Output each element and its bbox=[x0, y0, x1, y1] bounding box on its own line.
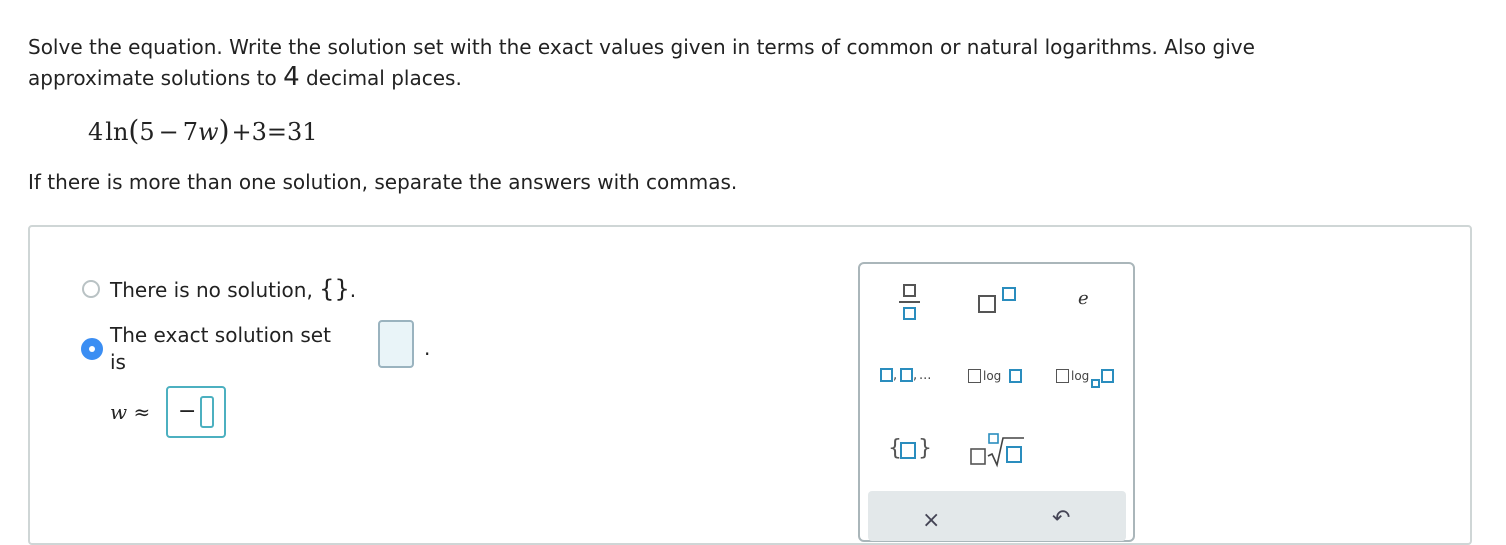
radio-exact-solution[interactable] bbox=[81, 338, 103, 360]
option-no-solution: There is no solution, {}. bbox=[110, 276, 356, 303]
instruction-text: If there is more than one solution, sepa… bbox=[28, 170, 738, 194]
empty-set-symbol: {} bbox=[319, 275, 350, 303]
list-item-1-icon bbox=[880, 368, 893, 382]
equation-coefficient: 4 bbox=[88, 118, 104, 146]
equation-rhs: =31 bbox=[266, 118, 318, 146]
approx-symbol: ≈ bbox=[133, 400, 151, 424]
exponent-base-icon bbox=[978, 295, 996, 313]
palette-action-bar bbox=[868, 491, 1126, 541]
exact-solution-period: . bbox=[424, 336, 431, 360]
equation-minus: − bbox=[158, 118, 179, 146]
equation-open-paren: ( bbox=[128, 114, 140, 147]
approx-solution-input[interactable]: − bbox=[166, 386, 226, 438]
log-base-subscript-icon bbox=[1091, 379, 1100, 388]
log-base-coefficient-icon bbox=[1056, 369, 1069, 383]
fraction-button[interactable] bbox=[898, 284, 922, 324]
option-no-solution-label: There is no solution, bbox=[110, 278, 320, 302]
option-exact-line-2: is bbox=[110, 350, 126, 374]
clear-icon[interactable]: × bbox=[922, 510, 940, 532]
list-item-2-icon bbox=[900, 368, 913, 382]
approx-label: w ≈ bbox=[110, 400, 150, 424]
question-line-2-pre: approximate solutions to bbox=[28, 66, 284, 90]
question-line-2-post: decimal places. bbox=[299, 66, 462, 90]
exponent-power-icon bbox=[1002, 287, 1016, 301]
log-argument-icon bbox=[1009, 369, 1022, 383]
fraction-numerator-icon bbox=[903, 284, 916, 297]
equation: 4ln(5−7w)+3=31 bbox=[88, 114, 318, 149]
list-button[interactable]: , , ... bbox=[880, 366, 940, 388]
answer-panel bbox=[28, 225, 1472, 545]
list-ellipsis: ... bbox=[919, 368, 932, 383]
approx-variable: w bbox=[110, 400, 128, 424]
equation-inner-a: 5 bbox=[139, 118, 155, 146]
fraction-bar-icon bbox=[899, 301, 920, 303]
approx-input-slot[interactable] bbox=[200, 396, 214, 428]
decimal-places-number: 4 bbox=[283, 62, 300, 92]
option-no-solution-period: . bbox=[349, 278, 357, 302]
set-close-brace: } bbox=[918, 436, 932, 461]
list-comma-1: , bbox=[893, 368, 898, 383]
equation-function: ln bbox=[105, 118, 129, 146]
log-coefficient-icon bbox=[968, 369, 981, 383]
nth-root-button[interactable] bbox=[970, 432, 1026, 468]
log-label: log bbox=[983, 369, 1002, 383]
set-braces-button[interactable]: { } bbox=[888, 436, 932, 466]
question-line-2: approximate solutions to 4 decimal place… bbox=[28, 64, 462, 91]
undo-icon[interactable]: ↶ bbox=[1052, 508, 1070, 530]
log-button[interactable]: log bbox=[968, 366, 1028, 388]
exact-solution-input[interactable] bbox=[378, 320, 414, 368]
fraction-denominator-icon bbox=[903, 307, 916, 320]
log-base-button[interactable]: log bbox=[1056, 366, 1116, 392]
question-line-1: Solve the equation. Write the solution s… bbox=[28, 35, 1255, 59]
radio-no-solution[interactable] bbox=[82, 280, 100, 298]
log-base-label: log bbox=[1071, 369, 1090, 383]
e-constant-button[interactable]: e bbox=[1076, 288, 1094, 312]
approx-minus-sign: − bbox=[178, 399, 197, 424]
log-base-argument-icon bbox=[1101, 369, 1114, 383]
equation-inner-b: 7 bbox=[182, 118, 199, 146]
equation-variable: w bbox=[198, 118, 219, 146]
exponent-button[interactable] bbox=[978, 285, 1020, 317]
equation-close-paren: ) bbox=[218, 114, 230, 147]
option-exact-line-1: The exact solution set bbox=[110, 323, 331, 347]
nth-root-icon bbox=[970, 433, 1024, 468]
list-comma-2: , bbox=[913, 368, 918, 383]
set-slot-icon bbox=[900, 442, 916, 459]
e-constant-label: e bbox=[1078, 288, 1089, 309]
equation-plus-term: +3 bbox=[231, 118, 267, 146]
